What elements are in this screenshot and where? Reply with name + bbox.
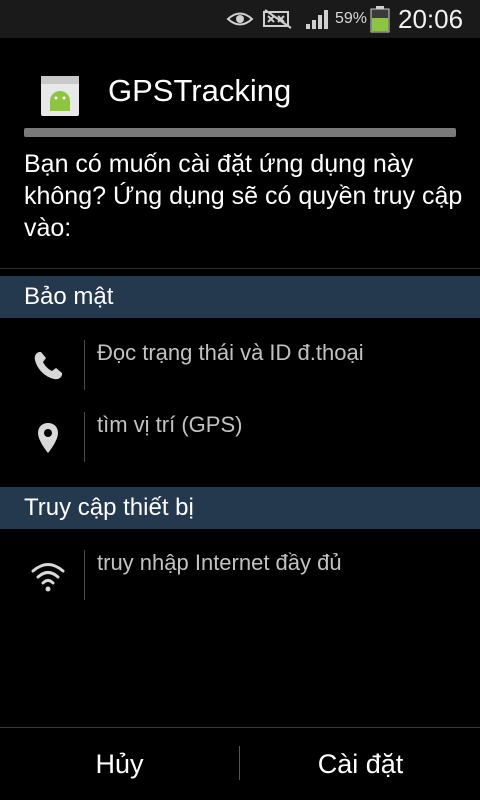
cancel-button[interactable]: Hủy	[0, 728, 239, 800]
section-header-device-access: Truy cập thiết bị	[0, 487, 480, 529]
button-separator	[239, 746, 240, 780]
battery-percent: 59%	[335, 10, 368, 27]
section-header-security: Bảo mật	[0, 276, 480, 318]
separator	[84, 340, 85, 390]
eye-icon	[226, 0, 254, 38]
phone-icon	[22, 338, 74, 394]
battery-icon	[370, 0, 390, 38]
permission-row-internet[interactable]: truy nhập Internet đầy đủ	[0, 548, 480, 604]
clock: 20:06	[398, 4, 464, 34]
permission-row-location[interactable]: tìm vị trí (GPS)	[0, 410, 480, 466]
app-title: GPSTracking	[108, 73, 292, 108]
separator	[84, 412, 85, 462]
location-pin-icon	[22, 410, 74, 466]
permission-label: truy nhập Internet đầy đủ	[97, 550, 342, 575]
wifi-icon	[22, 548, 74, 604]
header-divider	[24, 128, 456, 137]
permission-label: tìm vị trí (GPS)	[97, 412, 243, 437]
permission-label: Đọc trạng thái và ID đ.thoại	[97, 340, 364, 365]
install-button[interactable]: Cài đặt	[241, 728, 480, 800]
signal-icon	[305, 0, 331, 38]
install-prompt: Bạn có muốn cài đặt ứng dụng này không? …	[24, 150, 463, 242]
permission-row-phone-state[interactable]: Đọc trạng thái và ID đ.thoại	[0, 338, 480, 394]
no-signal-icon	[262, 0, 294, 38]
android-app-icon	[38, 74, 82, 118]
separator	[84, 550, 85, 600]
divider	[0, 268, 480, 269]
status-bar: 59% 20:06	[0, 0, 480, 38]
